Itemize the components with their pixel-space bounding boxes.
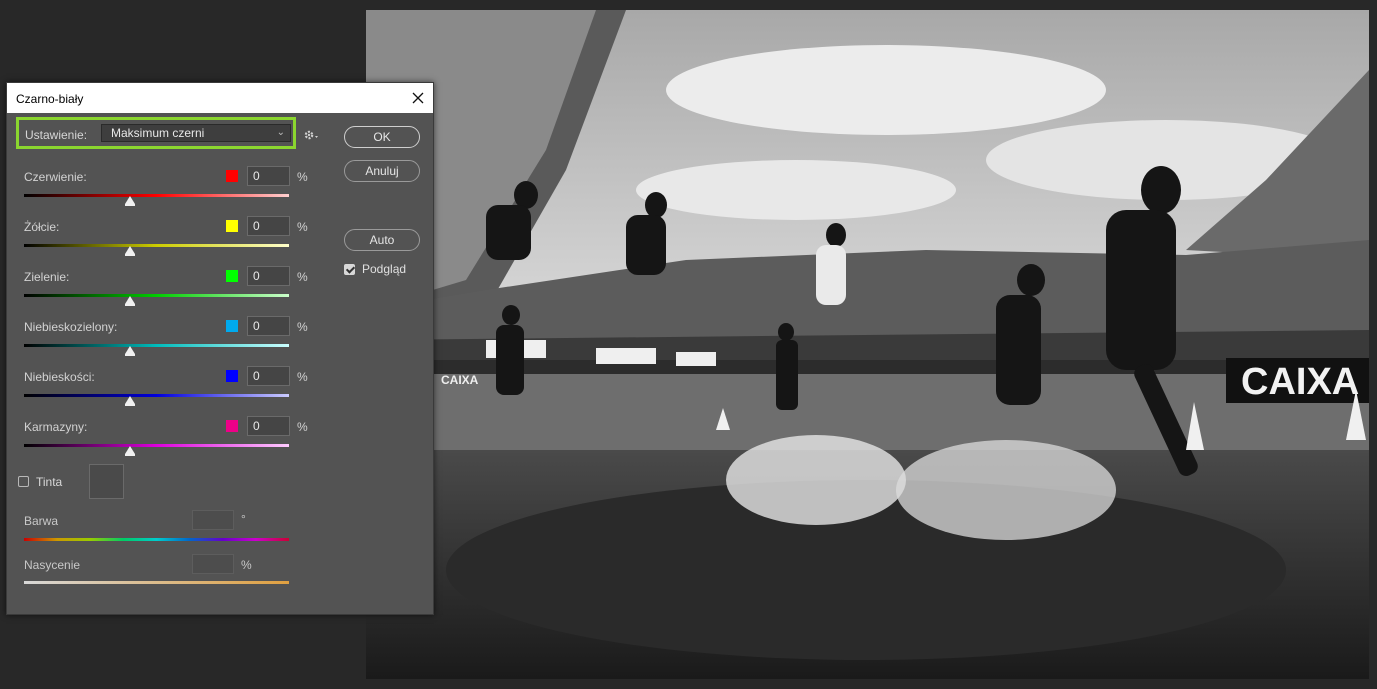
close-icon [412, 92, 424, 104]
ok-button[interactable]: OK [344, 126, 420, 148]
saturation-input[interactable] [192, 554, 234, 574]
hue-input[interactable] [192, 510, 234, 530]
percent-unit: % [297, 420, 308, 434]
slider-value-input[interactable]: 0 [247, 166, 290, 186]
slider-value-input[interactable]: 0 [247, 416, 290, 436]
percent-unit: % [297, 220, 308, 234]
close-button[interactable] [407, 87, 429, 109]
tint-label: Tinta [36, 475, 63, 489]
percent-unit: % [241, 558, 252, 572]
saturation-slider-track[interactable] [24, 581, 289, 584]
slider-track[interactable] [24, 194, 289, 197]
chevron-down-icon: ⌄ [276, 127, 285, 138]
slider-track[interactable] [24, 294, 289, 297]
color-swatch [226, 370, 238, 382]
color-swatch [226, 170, 238, 182]
color-swatch [226, 420, 238, 432]
slider-thumb[interactable] [125, 196, 135, 206]
percent-unit: % [297, 270, 308, 284]
slider-label: Zielenie: [24, 270, 70, 284]
degree-unit: ° [241, 512, 246, 526]
slider-thumb[interactable] [125, 446, 135, 456]
percent-unit: % [297, 370, 308, 384]
banner-right-text: CAIXA [1241, 361, 1359, 403]
tint-checkbox[interactable] [18, 476, 29, 487]
photo-preview: CAIXA CAIXA [366, 10, 1369, 679]
preset-value: Maksimum czerni [111, 126, 205, 140]
tint-color-swatch[interactable] [89, 464, 124, 499]
cancel-button[interactable]: Anuluj [344, 160, 420, 182]
slider-track[interactable] [24, 444, 289, 447]
color-swatch [226, 270, 238, 282]
black-white-dialog: Czarno-biały Ustawienie: Maksimum czerni… [6, 82, 434, 615]
slider-thumb[interactable] [125, 296, 135, 306]
slider-value-input[interactable]: 0 [247, 266, 290, 286]
saturation-label: Nasycenie [24, 558, 81, 572]
slider-track[interactable] [24, 344, 289, 347]
color-swatch [226, 220, 238, 232]
slider-label: Niebieskości: [24, 370, 95, 384]
banner-left-text: CAIXA [441, 373, 479, 387]
hue-slider-track[interactable] [24, 538, 289, 541]
slider-label: Czerwienie: [24, 170, 87, 184]
preset-dropdown[interactable]: Maksimum czerni ⌄ [101, 124, 291, 142]
slider-label: Żółcie: [24, 220, 60, 234]
gear-icon [304, 130, 318, 140]
slider-thumb[interactable] [125, 246, 135, 256]
auto-button[interactable]: Auto [344, 229, 420, 251]
dialog-title: Czarno-biały [16, 92, 84, 106]
color-swatch [226, 320, 238, 332]
image-canvas[interactable]: CAIXA CAIXA [366, 10, 1369, 679]
slider-track[interactable] [24, 394, 289, 397]
slider-value-input[interactable]: 0 [247, 216, 290, 236]
gear-menu-button[interactable] [303, 128, 321, 142]
slider-label: Niebieskozielony: [24, 320, 118, 334]
preset-label: Ustawienie: [25, 128, 88, 142]
preview-label: Podgląd [362, 262, 407, 276]
slider-thumb[interactable] [125, 346, 135, 356]
slider-thumb[interactable] [125, 396, 135, 406]
preset-row: Ustawienie: Maksimum czerni ⌄ [16, 117, 296, 149]
slider-label: Karmazyny: [24, 420, 88, 434]
slider-value-input[interactable]: 0 [247, 366, 290, 386]
slider-value-input[interactable]: 0 [247, 316, 290, 336]
percent-unit: % [297, 320, 308, 334]
percent-unit: % [297, 170, 308, 184]
preview-checkbox[interactable] [344, 264, 355, 275]
hue-label: Barwa [24, 514, 59, 528]
dialog-titlebar[interactable]: Czarno-biały [7, 83, 433, 113]
slider-track[interactable] [24, 244, 289, 247]
